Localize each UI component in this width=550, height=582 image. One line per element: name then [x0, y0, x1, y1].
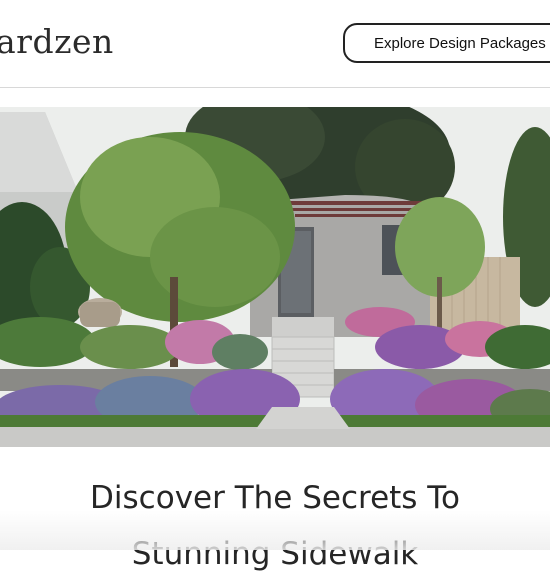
- explore-design-packages-button[interactable]: Explore Design Packages: [343, 23, 550, 63]
- heading-line-2: Stunning Sidewalk: [131, 536, 419, 572]
- hero-image: [0, 107, 550, 447]
- site-header: ardzen Explore Design Packages: [0, 0, 550, 88]
- header-divider: [0, 87, 550, 88]
- heading-line-1: Discover The Secrets To: [90, 480, 460, 516]
- logo[interactable]: ardzen: [0, 22, 114, 61]
- garden-illustration: [0, 107, 550, 447]
- page-heading: Discover The Secrets To Stunning Sidewal…: [0, 470, 550, 582]
